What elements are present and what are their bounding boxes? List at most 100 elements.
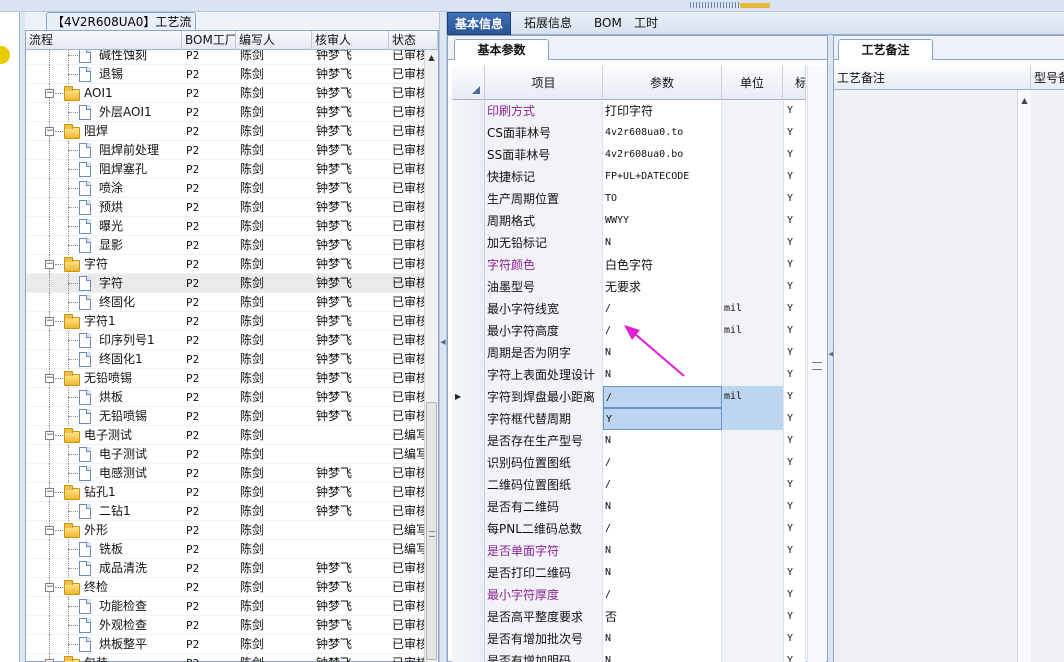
column-header-process-notes[interactable]: 工艺备注: [834, 66, 1031, 90]
tree-expand-icon[interactable]: −: [45, 488, 54, 497]
param-row[interactable]: 生产周期位置 TO Y: [452, 188, 806, 210]
param-value-cell[interactable]: N: [603, 430, 722, 452]
tree-group-row[interactable]: − AOI1 P2 陈剑 钟梦飞 已审核: [26, 84, 424, 103]
column-header-flow[interactable]: 流程: [26, 31, 182, 50]
row-selector[interactable]: [452, 408, 485, 430]
tree-vertical-scrollbar[interactable]: ▲: [424, 50, 438, 662]
param-flag-cell[interactable]: Y: [783, 474, 806, 496]
row-selector[interactable]: [452, 650, 485, 662]
param-row[interactable]: 是否有增加批次号 N Y: [452, 628, 806, 650]
row-selector[interactable]: [452, 584, 485, 606]
tree-step-row[interactable]: 字符 P2 陈剑 钟梦飞 已审核: [26, 274, 424, 293]
notes-grid-body[interactable]: ▲: [834, 90, 1064, 662]
param-flag-cell[interactable]: Y: [783, 650, 806, 662]
tree-step-row[interactable]: 喷涂 P2 陈剑 钟梦飞 已审核: [26, 179, 424, 198]
tree-group-row[interactable]: −包装P2陈剑钟梦飞已审核: [26, 654, 424, 662]
row-selector[interactable]: [452, 144, 485, 166]
left-collapsed-panel[interactable]: [0, 12, 20, 662]
param-row[interactable]: 最小字符高度 / mil Y: [452, 320, 806, 342]
param-value-cell[interactable]: Y: [603, 408, 722, 430]
param-value-cell[interactable]: /: [603, 584, 722, 606]
row-selector[interactable]: [452, 166, 485, 188]
param-flag-cell[interactable]: Y: [783, 210, 806, 232]
tab-basic-info[interactable]: 基本信息: [447, 12, 512, 35]
param-value-cell[interactable]: /: [603, 474, 722, 496]
tree-step-row[interactable]: 阻焊塞孔 P2 陈剑 钟梦飞 已审核: [26, 160, 424, 179]
row-selector[interactable]: [452, 628, 485, 650]
param-row[interactable]: ▶ 字符到焊盘最小距离 / mil Y: [452, 386, 806, 408]
param-row[interactable]: 是否打印二维码 N Y: [452, 562, 806, 584]
param-flag-cell[interactable]: Y: [783, 518, 806, 540]
tree-expand-icon[interactable]: −: [45, 127, 54, 136]
tree-step-row[interactable]: 外层AOI1 P2 陈剑 钟梦飞 已审核: [26, 103, 424, 122]
tree-step-row[interactable]: 成品清洗 P2 陈剑 钟梦飞 已审核: [26, 559, 424, 578]
param-value-cell[interactable]: N: [603, 562, 722, 584]
tab-bom[interactable]: BOM: [587, 12, 629, 35]
param-value-cell[interactable]: FP+UL+DATECODE: [603, 166, 722, 188]
column-header-model-notes[interactable]: 型号备: [1031, 66, 1064, 90]
tree-step-row[interactable]: 电子测试 P2 陈剑 已编写: [26, 445, 424, 464]
param-row[interactable]: 油墨型号 无要求 Y: [452, 276, 806, 298]
tree-step-row[interactable]: 预烘 P2 陈剑 钟梦飞 已审核: [26, 198, 424, 217]
param-row[interactable]: 周期是否为阴字 N Y: [452, 342, 806, 364]
param-flag-cell[interactable]: Y: [783, 320, 806, 342]
param-flag-cell[interactable]: Y: [783, 496, 806, 518]
param-value-cell[interactable]: /: [603, 452, 722, 474]
param-flag-cell[interactable]: Y: [783, 562, 806, 584]
tree-group-row[interactable]: − 终检 P2 陈剑 钟梦飞 已审核: [26, 578, 424, 597]
param-value-cell[interactable]: N: [603, 628, 722, 650]
row-selector[interactable]: [452, 364, 485, 386]
row-selector[interactable]: [452, 452, 485, 474]
tree-step-row[interactable]: 无铅喷锡 P2 陈剑 钟梦飞 已审核: [26, 407, 424, 426]
param-flag-cell[interactable]: Y: [783, 276, 806, 298]
tab-basic-params[interactable]: 基本参数: [454, 39, 549, 60]
tree-group-row[interactable]: − 阻焊 P2 陈剑 钟梦飞 已审核: [26, 122, 424, 141]
row-selector[interactable]: [452, 210, 485, 232]
row-selector[interactable]: [452, 254, 485, 276]
column-header-value[interactable]: 参数: [603, 66, 722, 100]
param-row[interactable]: 最小字符厚度 / Y: [452, 584, 806, 606]
param-value-cell[interactable]: 否: [603, 606, 722, 628]
param-value-cell[interactable]: N: [603, 342, 722, 364]
param-value-cell[interactable]: N: [603, 540, 722, 562]
tree-expand-icon[interactable]: −: [45, 431, 54, 440]
param-value-cell[interactable]: 白色字符: [603, 254, 722, 276]
row-selector[interactable]: [452, 540, 485, 562]
row-selector[interactable]: [452, 606, 485, 628]
row-selector[interactable]: [452, 342, 485, 364]
param-row[interactable]: 是否高平整度要求否 Y: [452, 606, 806, 628]
tree-expand-icon[interactable]: −: [45, 374, 54, 383]
scroll-up-icon[interactable]: ▲: [425, 50, 438, 66]
param-row[interactable]: 字符框代替周期 Y Y: [452, 408, 806, 430]
param-value-cell[interactable]: N: [603, 232, 722, 254]
tree-group-row[interactable]: − 字符1 P2 陈剑 钟梦飞 已审核: [26, 312, 424, 331]
row-selector[interactable]: [452, 122, 485, 144]
param-flag-cell[interactable]: Y: [783, 386, 806, 408]
param-flag-cell[interactable]: Y: [783, 232, 806, 254]
param-flag-cell[interactable]: Y: [783, 144, 806, 166]
param-value-cell[interactable]: /: [603, 386, 722, 408]
param-row[interactable]: CS面菲林号 4v2r608ua0.to Y: [452, 122, 806, 144]
param-row[interactable]: 识别码位置图纸 / Y: [452, 452, 806, 474]
param-flag-cell[interactable]: Y: [783, 342, 806, 364]
tree-step-row[interactable]: 显影 P2 陈剑 钟梦飞 已审核: [26, 236, 424, 255]
tree-step-row[interactable]: 烘板 P2 陈剑 钟梦飞 已审核: [26, 388, 424, 407]
param-value-cell[interactable]: /: [603, 298, 722, 320]
tree-step-row[interactable]: 印序列号1 P2 陈剑 钟梦飞 已审核: [26, 331, 424, 350]
param-value-cell[interactable]: N: [603, 496, 722, 518]
scrollbar-thumb[interactable]: [426, 402, 437, 660]
column-header-bom[interactable]: BOM工厂: [182, 31, 236, 50]
column-header-unit[interactable]: 单位: [722, 66, 783, 100]
tree-group-row[interactable]: − 无铅喷锡 P2 陈剑 钟梦飞 已审核: [26, 369, 424, 388]
param-value-cell[interactable]: 打印字符: [603, 100, 722, 122]
param-row[interactable]: 是否单面字符 N Y: [452, 540, 806, 562]
param-flag-cell[interactable]: Y: [783, 364, 806, 386]
tree-group-row[interactable]: − 外形 P2 陈剑 已编写: [26, 521, 424, 540]
row-selector[interactable]: [452, 320, 485, 342]
param-flag-cell[interactable]: Y: [783, 188, 806, 210]
param-flag-cell[interactable]: Y: [783, 430, 806, 452]
tree-expand-icon[interactable]: −: [45, 89, 54, 98]
row-selector[interactable]: [452, 232, 485, 254]
param-row[interactable]: 是否存在生产型号 N Y: [452, 430, 806, 452]
row-selector[interactable]: [452, 562, 485, 584]
